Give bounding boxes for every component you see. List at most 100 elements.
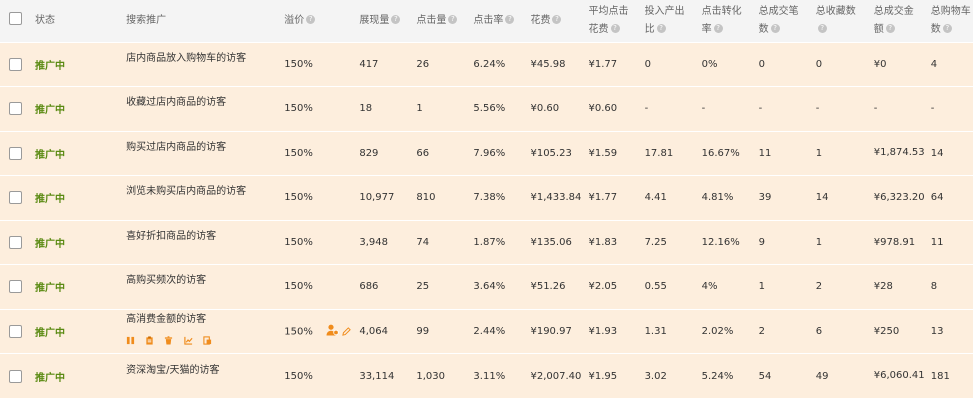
row-checkbox[interactable] [9,235,22,249]
gmv-cell: ¥28 [873,281,893,293]
select-all-checkbox[interactable] [9,12,22,26]
row-checkbox[interactable] [9,324,22,338]
roi-cell: 0 [644,58,651,70]
orders-cell: 54 [758,370,772,382]
ctr-cell: 3.11% [473,370,506,382]
clicks-cell: 1,030 [416,370,446,382]
roi-cell: - [644,103,649,115]
header-gmv[interactable]: 总成交金额? [874,0,931,42]
cost-cell: ¥45.98 [530,58,566,70]
cpc-cell: ¥1.83 [588,236,618,248]
header-select-all[interactable] [0,0,35,42]
gmv-cell: ¥6,060.41 [873,370,925,381]
header-ctr[interactable]: 点击率? [473,0,530,42]
header-favorites[interactable]: 总收藏数? [816,0,874,42]
audience-name: 店内商品放入购物车的访客 [126,52,247,64]
cost-cell: ¥2,007.40 [530,370,582,382]
favorites-cell: 6 [815,325,823,337]
help-icon[interactable]: ? [656,24,666,34]
table-row: 推广中 店内商品放入购物车的访客 150% 417 26 6.24% ¥45.9… [0,42,973,87]
header-orders[interactable]: 总成交笔数? [759,0,816,42]
header-cart[interactable]: 总购物车数? [931,0,973,42]
help-icon[interactable]: ? [817,24,827,34]
header-impressions[interactable]: 展现量? [359,0,416,42]
cost-cell: ¥105.23 [530,147,572,159]
help-icon[interactable]: ? [505,15,515,25]
clicks-cell: 26 [416,58,430,70]
table-row: 推广中 资深淘宝/天猫的访客 150% 33,114 1,030 3.11% ¥… [0,353,973,398]
audience-user-icon[interactable] [326,324,339,336]
header-roi[interactable]: 投入产出比? [645,0,702,42]
gmv-cell: ¥1,874.53 [873,147,925,159]
help-icon[interactable]: ? [713,24,723,34]
row-checkbox[interactable] [9,280,22,294]
row-checkbox[interactable] [9,102,22,116]
pause-icon[interactable] [126,336,135,345]
header-cvr[interactable]: 点击转化率? [702,0,759,42]
clicks-cell: 810 [416,192,436,204]
premium-cell: 150% [284,236,313,248]
cart-cell: - [930,103,935,115]
premium-cell: 150% [284,281,313,293]
cvr-cell: - [701,103,706,115]
impressions-cell: 686 [359,281,379,293]
roi-cell: 17.81 [644,147,674,159]
help-icon[interactable]: ? [885,24,895,34]
orders-cell: 1 [758,281,766,293]
row-checkbox[interactable] [9,191,22,205]
premium-cell: 150% [284,309,359,354]
ctr-cell: 7.38% [473,192,506,204]
trend-chart-icon[interactable] [183,336,193,345]
trash-icon[interactable] [164,336,173,345]
cvr-cell: 4% [701,281,718,293]
impressions-cell: 10,977 [359,192,395,204]
audience-name: 收藏过店内商品的访客 [126,97,227,109]
help-icon[interactable]: ? [610,24,620,34]
audience-name: 购买过店内商品的访客 [126,141,227,153]
clicks-cell: 66 [416,147,430,159]
report-icon[interactable] [203,336,212,345]
audience-name: 高购买频次的访客 [126,275,207,287]
pencil-icon[interactable] [342,326,352,336]
help-icon[interactable]: ? [448,15,458,25]
cost-cell: ¥0.60 [530,103,560,115]
header-audience: 搜索推广 [126,14,167,26]
header-status: 状态 [35,14,56,26]
premium-cell: 150% [284,192,313,204]
status-badge: 推广中 [35,105,66,117]
status-badge: 推广中 [35,283,66,295]
help-icon[interactable]: ? [770,24,780,34]
table-row: 推广中 收藏过店内商品的访客 150% 18 1 5.56% ¥0.60 ¥0.… [0,86,973,131]
cpc-cell: ¥1.95 [588,370,618,382]
premium-cell: 150% [284,103,313,115]
cvr-cell: 16.67% [701,147,740,159]
clipboard-icon[interactable] [145,336,154,345]
header-avg-cpc[interactable]: 平均点击 花费? [589,0,645,42]
impressions-cell: 33,114 [359,370,395,382]
header-premium[interactable]: 溢价? [284,0,359,42]
cost-cell: ¥51.26 [530,281,566,293]
orders-cell: 2 [758,325,766,337]
premium-cell: 150% [284,58,313,70]
clicks-cell: 1 [416,103,423,115]
row-checkbox[interactable] [9,57,22,71]
table-row: 推广中 喜好折扣商品的访客 150% 3,948 74 1.87% ¥135.0… [0,220,973,265]
status-badge: 推广中 [35,149,66,161]
premium-edit-group [326,324,352,339]
row-checkbox[interactable] [9,146,22,160]
favorites-cell: - [815,103,820,115]
roi-cell: 0.55 [644,281,667,293]
cpc-cell: ¥1.59 [588,147,618,159]
ctr-cell: 2.44% [473,325,506,337]
help-icon[interactable]: ? [552,15,562,25]
help-icon[interactable]: ? [391,15,401,25]
help-icon[interactable]: ? [942,24,952,34]
row-checkbox[interactable] [9,369,22,383]
clicks-cell: 25 [416,281,430,293]
cart-cell: 64 [930,192,944,204]
premium-cell: 150% [284,370,313,382]
impressions-cell: 417 [359,58,379,70]
header-cost[interactable]: 花费? [530,0,588,42]
help-icon[interactable]: ? [306,15,316,25]
header-clicks[interactable]: 点击量? [416,0,473,42]
